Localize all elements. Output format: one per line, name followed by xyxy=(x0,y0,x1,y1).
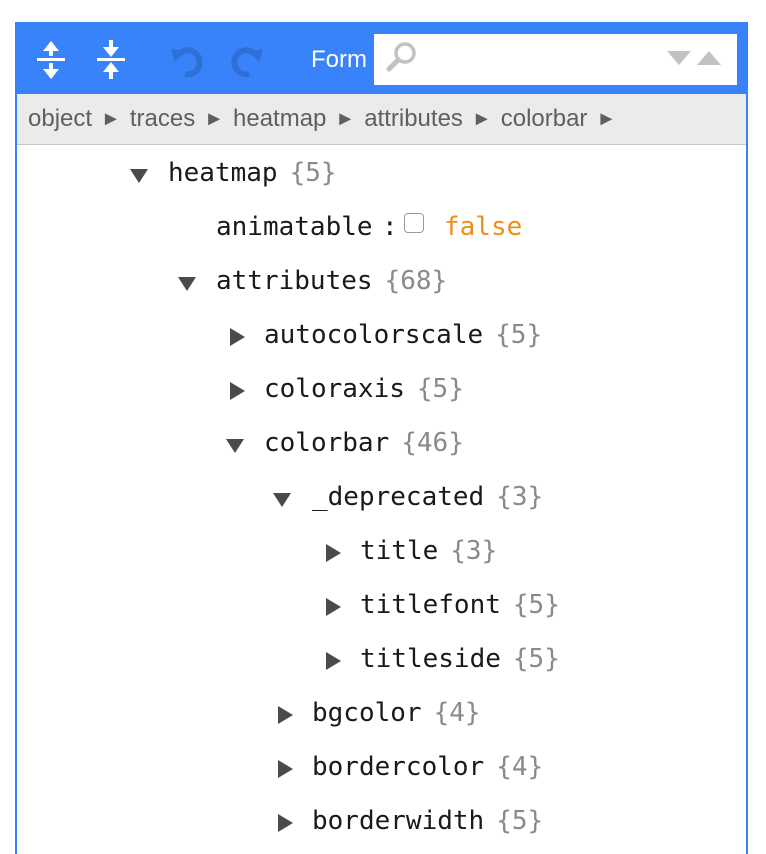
collapsed-triangle-icon[interactable] xyxy=(321,595,345,619)
node-key[interactable]: attributes xyxy=(216,266,373,296)
expand-all-button[interactable] xyxy=(27,34,75,86)
tree-node-titleside: titleside {5} xyxy=(17,635,746,689)
breadcrumb-item-colorbar[interactable]: colorbar xyxy=(501,105,588,133)
node-count: {3} xyxy=(450,536,498,566)
breadcrumb-separator-icon[interactable]: ► xyxy=(204,108,224,131)
search-box xyxy=(374,34,737,85)
node-key[interactable]: titlefont xyxy=(360,590,501,620)
tree-node-animatable: animatable : false xyxy=(17,203,746,257)
mode-switch-label[interactable]: Form xyxy=(311,46,367,74)
node-key[interactable]: autocolorscale xyxy=(264,320,483,350)
node-count: {5} xyxy=(496,806,544,836)
node-count: {68} xyxy=(384,266,448,296)
collapse-all-icon xyxy=(97,40,125,79)
collapsed-triangle-icon[interactable] xyxy=(273,811,297,835)
key-value-colon: : xyxy=(382,212,398,242)
node-count: {46} xyxy=(401,428,464,458)
node-count: {5} xyxy=(289,158,337,188)
node-key[interactable]: titleside xyxy=(360,644,501,674)
node-key[interactable]: heatmap xyxy=(168,158,278,188)
tree-node-bordercolor: bordercolor {4} xyxy=(17,743,746,797)
search-input[interactable] xyxy=(422,42,656,78)
expand-all-icon xyxy=(37,41,65,79)
tree-node-bgcolor: bgcolor {4} xyxy=(17,689,746,743)
node-count: {5} xyxy=(495,320,543,350)
tree-node-autocolorscale: autocolorscale {5} xyxy=(17,311,746,365)
node-count: {5} xyxy=(512,590,560,620)
breadcrumb: object ► traces ► heatmap ► attributes ►… xyxy=(17,94,746,145)
node-key[interactable]: _deprecated xyxy=(312,482,484,512)
boolean-checkbox[interactable] xyxy=(404,213,424,233)
undo-icon xyxy=(171,47,203,78)
breadcrumb-separator-icon[interactable]: ► xyxy=(101,108,121,131)
expanded-triangle-icon[interactable] xyxy=(223,433,247,457)
breadcrumb-separator-icon[interactable]: ► xyxy=(596,108,616,131)
menu-bar: Form xyxy=(17,24,746,94)
collapsed-triangle-icon[interactable] xyxy=(321,649,345,673)
node-key[interactable]: borderwidth xyxy=(312,806,484,836)
collapsed-triangle-icon[interactable] xyxy=(273,757,297,781)
expanded-triangle-icon[interactable] xyxy=(127,163,151,187)
breadcrumb-item-traces[interactable]: traces xyxy=(130,105,195,133)
tree-node-borderwidth: borderwidth {5} xyxy=(17,797,746,851)
node-key[interactable]: animatable xyxy=(216,212,373,242)
tree-node-title: title {3} xyxy=(17,527,746,581)
tree-node-coloraxis: coloraxis {5} xyxy=(17,365,746,419)
node-count: {5} xyxy=(512,644,560,674)
breadcrumb-item-heatmap[interactable]: heatmap xyxy=(233,105,326,133)
boolean-value[interactable]: false xyxy=(444,212,522,242)
redo-button[interactable] xyxy=(223,34,271,86)
node-key[interactable]: colorbar xyxy=(264,428,389,458)
node-count: {4} xyxy=(433,698,481,728)
tree-node-deprecated: _deprecated {3} xyxy=(17,473,746,527)
breadcrumb-separator-icon[interactable]: ► xyxy=(472,108,492,131)
tree-node-titlefont: titlefont {5} xyxy=(17,581,746,635)
collapsed-triangle-icon[interactable] xyxy=(225,379,249,403)
collapse-all-button[interactable] xyxy=(87,34,135,86)
collapsed-triangle-icon[interactable] xyxy=(225,325,249,349)
undo-button[interactable] xyxy=(163,34,211,86)
search-next-icon[interactable] xyxy=(666,49,692,67)
breadcrumb-separator-icon[interactable]: ► xyxy=(335,108,355,131)
breadcrumb-item-attributes[interactable]: attributes xyxy=(364,105,463,133)
expanded-triangle-icon[interactable] xyxy=(175,271,199,295)
tree-node-heatmap: heatmap {5} xyxy=(17,149,746,203)
collapsed-triangle-icon[interactable] xyxy=(321,541,345,565)
node-count: {3} xyxy=(496,482,544,512)
node-key[interactable]: bgcolor xyxy=(312,698,422,728)
node-key[interactable]: title xyxy=(360,536,438,566)
collapsed-triangle-icon[interactable] xyxy=(273,703,297,727)
node-count: {4} xyxy=(496,752,544,782)
search-previous-icon[interactable] xyxy=(696,49,722,67)
redo-icon xyxy=(231,47,263,78)
node-key[interactable]: coloraxis xyxy=(264,374,405,404)
tree-node-attributes: attributes {68} xyxy=(17,257,746,311)
breadcrumb-item-object[interactable]: object xyxy=(28,105,92,133)
tree-node-colorbar: colorbar {46} xyxy=(17,419,746,473)
node-count: {5} xyxy=(416,374,464,404)
node-key[interactable]: bordercolor xyxy=(312,752,484,782)
search-icon xyxy=(386,42,416,72)
expanded-triangle-icon[interactable] xyxy=(270,487,294,511)
json-editor: Form object ► traces ► heatmap ► attribu… xyxy=(15,22,748,854)
